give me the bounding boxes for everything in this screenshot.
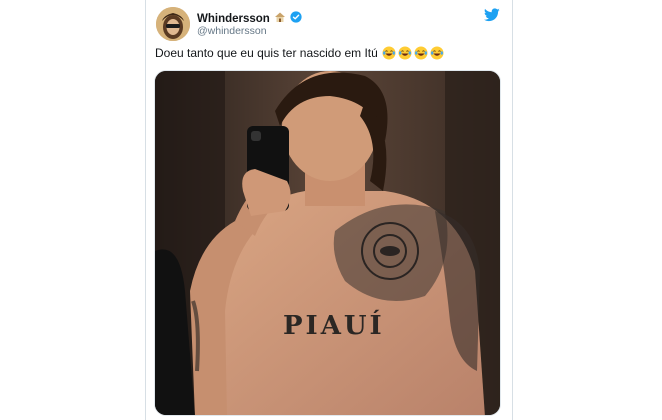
- tweet-text: Doeu tanto que eu quis ter nascido em It…: [155, 46, 378, 60]
- emoji-group: [382, 46, 444, 60]
- display-name[interactable]: Whindersson: [197, 13, 270, 25]
- tweet-card[interactable]: Whindersson @whindersson Doeu tanto que …: [145, 0, 513, 420]
- handle[interactable]: @whindersson: [197, 25, 267, 37]
- laughing-emoji-icon: [398, 46, 412, 60]
- laughing-emoji-icon: [430, 46, 444, 60]
- twitter-bird-icon[interactable]: [484, 8, 500, 22]
- chest-tattoo-text: PIAUÍ: [283, 309, 385, 341]
- verified-badge-icon: [290, 10, 302, 28]
- tweet-text-row: Doeu tanto que eu quis ter nascido em It…: [155, 46, 444, 60]
- laughing-emoji-icon: [382, 46, 396, 60]
- avatar[interactable]: [156, 7, 190, 41]
- tweet-photo[interactable]: PIAUÍ: [154, 70, 501, 416]
- house-emoji-icon: [274, 10, 286, 28]
- laughing-emoji-icon: [414, 46, 428, 60]
